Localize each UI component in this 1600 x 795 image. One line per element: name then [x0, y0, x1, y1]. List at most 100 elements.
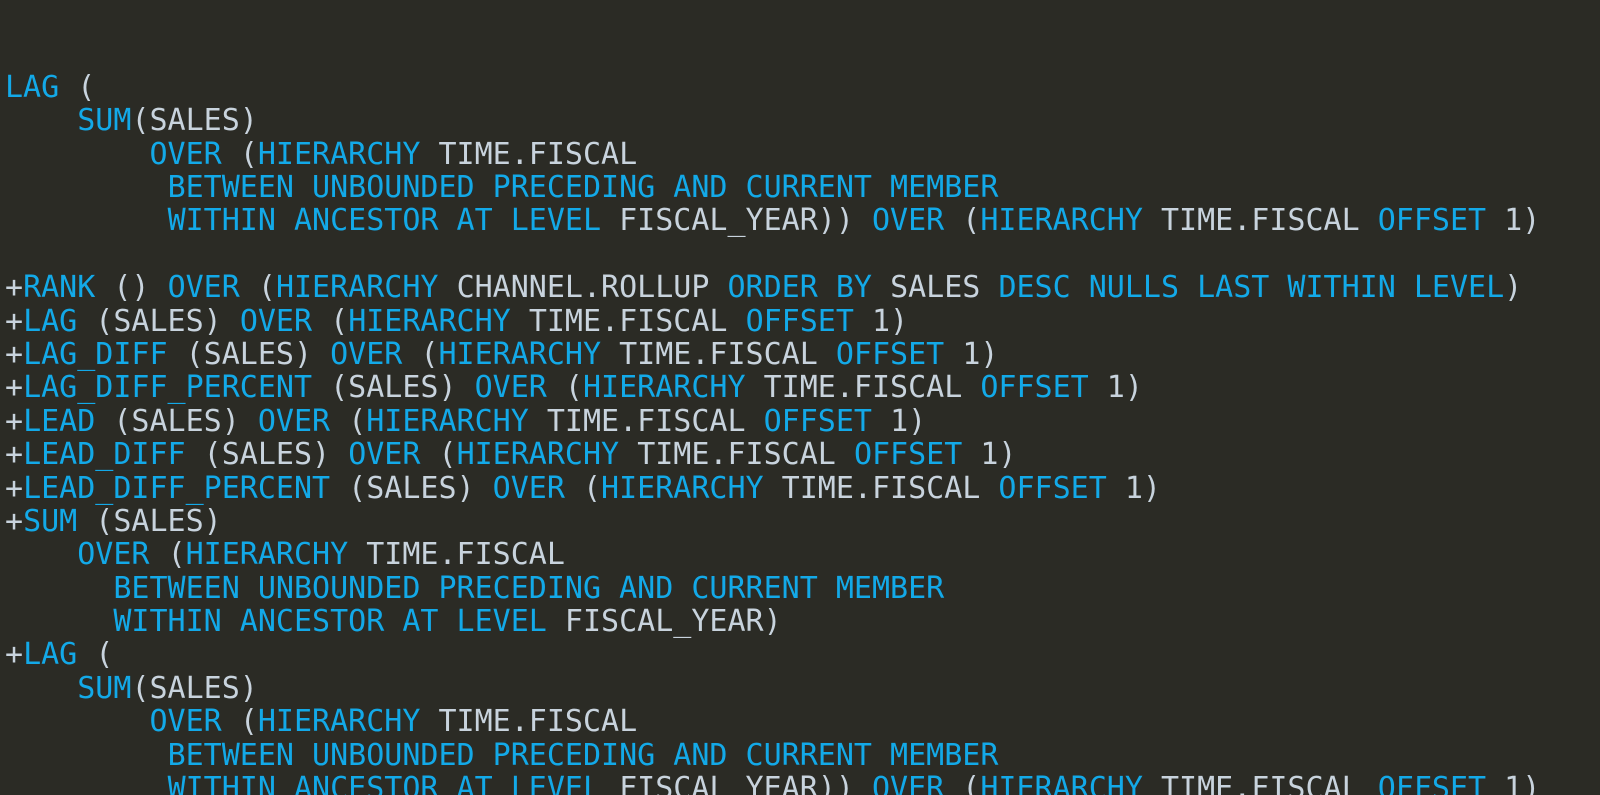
code-token-num: 1)	[1504, 203, 1541, 239]
code-token-id: FISCAL_YEAR))	[619, 771, 854, 795]
code-token-ws	[330, 437, 348, 472]
code-token-kw: LEAD_DIFF	[23, 437, 186, 473]
code-token-kw: OVER	[871, 203, 945, 239]
code-line[interactable]: +RANK () OVER (HIERARCHY CHANNEL.ROLLUP …	[5, 271, 1600, 304]
code-line[interactable]: +LAG (	[5, 638, 1600, 671]
code-line[interactable]: WITHIN ANCESTOR AT LEVEL FISCAL_YEAR)	[5, 605, 1600, 638]
code-token-id: (SALES)	[77, 303, 222, 339]
code-token-id: TIME.FISCAL	[438, 704, 638, 740]
code-token-kw: OVER	[348, 437, 421, 473]
code-token-kw: HIERARCHY	[257, 704, 421, 740]
code-token-ws	[511, 304, 529, 339]
code-token-num: 1)	[1124, 470, 1161, 506]
code-token-ws	[1486, 771, 1504, 795]
code-token-plus: +	[5, 437, 24, 473]
code-token-kw: OVER	[871, 771, 945, 795]
code-token-kw: LAG	[23, 303, 78, 339]
code-token-ws	[5, 137, 150, 172]
code-token-id: TIME.FISCAL	[528, 303, 728, 339]
code-token-ws	[529, 404, 547, 439]
code-token-kw: OVER	[474, 370, 547, 406]
code-token-kw: HIERARCHY	[257, 136, 421, 172]
code-line[interactable]: BETWEEN UNBOUNDED PRECEDING AND CURRENT …	[5, 171, 1600, 204]
code-line[interactable]: LAG (	[5, 71, 1600, 104]
code-token-kw: OVER	[149, 136, 222, 172]
code-token-id: TIME.FISCAL	[546, 403, 746, 439]
code-line[interactable]: WITHIN ANCESTOR AT LEVEL FISCAL_YEAR)) O…	[5, 204, 1600, 237]
code-token-kw: WITHIN ANCESTOR AT LEVEL	[167, 771, 602, 795]
code-token-ws	[872, 270, 890, 305]
code-line[interactable]: +LAG (SALES) OVER (HIERARCHY TIME.FISCAL…	[5, 303, 1600, 339]
code-token-id: (SALES)	[131, 670, 258, 706]
code-token-kw: HIERARCHY	[185, 537, 349, 573]
code-token-kw: OVER	[77, 537, 150, 573]
code-line[interactable]: BETWEEN UNBOUNDED PRECEDING AND CURRENT …	[5, 738, 1600, 772]
code-token-plus: +	[5, 403, 24, 439]
code-token-id: TIME.FISCAL	[438, 136, 638, 172]
code-token-pun: (	[962, 203, 981, 239]
code-token-ws	[5, 671, 77, 706]
code-token-ws	[1143, 771, 1161, 795]
code-line[interactable]: SUM(SALES)	[5, 104, 1600, 137]
code-token-id: (SALES)	[312, 370, 457, 406]
code-token-pun: (	[348, 403, 367, 439]
code-line[interactable]: +LEAD (SALES) OVER (HIERARCHY TIME.FISCA…	[5, 405, 1600, 438]
code-line[interactable]: +LEAD_DIFF_PERCENT (SALES) OVER (HIERARC…	[5, 470, 1600, 506]
code-line[interactable]: +SUM (SALES)	[5, 505, 1600, 538]
code-token-pun: )	[1504, 270, 1523, 306]
code-token-ws	[5, 103, 77, 138]
code-line[interactable]: +LAG_DIFF (SALES) OVER (HIERARCHY TIME.F…	[5, 338, 1600, 371]
code-token-ws	[854, 771, 872, 795]
code-line[interactable]: +LAG_DIFF_PERCENT (SALES) OVER (HIERARCH…	[5, 371, 1600, 404]
code-token-ws	[150, 537, 168, 572]
code-token-ws	[709, 270, 727, 305]
code-line[interactable]: OVER (HIERARCHY TIME.FISCAL	[5, 705, 1600, 738]
code-token-kw: LEAD_DIFF_PERCENT	[23, 470, 331, 506]
code-line[interactable]: +LEAD_DIFF (SALES) OVER (HIERARCHY TIME.…	[5, 438, 1600, 471]
code-token-plus: +	[5, 370, 24, 406]
code-line[interactable]: SUM(SALES)	[5, 672, 1600, 705]
code-token-kw: OFFSET	[835, 336, 945, 372]
code-token-id: (SALES)	[95, 403, 240, 439]
code-token-kw: OVER	[492, 470, 565, 506]
code-token-ws	[150, 270, 168, 305]
code-line[interactable]: WITHIN ANCESTOR AT LEVEL FISCAL_YEAR)) O…	[5, 772, 1600, 795]
code-token-kw: SUM	[77, 103, 132, 139]
code-line[interactable]: OVER (HIERARCHY TIME.FISCAL	[5, 538, 1600, 571]
code-token-ws	[5, 203, 168, 238]
code-token-ws	[565, 471, 583, 506]
code-token-plus: +	[5, 303, 24, 339]
code-token-pun: (	[962, 771, 981, 795]
code-token-num: 1)	[962, 336, 999, 372]
code-token-id: TIME.FISCAL	[781, 470, 981, 506]
code-token-pun: (	[95, 637, 114, 673]
code-token-ws	[475, 471, 493, 506]
code-token-ws	[5, 604, 113, 639]
code-editor[interactable]: LAG ( SUM(SALES) OVER (HIERARCHY TIME.FI…	[0, 0, 1600, 795]
code-token-ws	[1360, 771, 1378, 795]
code-token-kw: OFFSET	[853, 437, 963, 473]
code-token-ws	[1143, 203, 1161, 238]
code-token-kw: OVER	[330, 336, 403, 372]
code-token-ws	[222, 304, 240, 339]
code-line[interactable]: BETWEEN UNBOUNDED PRECEDING AND CURRENT …	[5, 570, 1600, 606]
code-token-plus: +	[5, 270, 24, 306]
code-token-num: 1)	[890, 403, 927, 439]
code-token-kw: BETWEEN UNBOUNDED PRECEDING AND CURRENT …	[113, 570, 945, 606]
code-line[interactable]: OVER (HIERARCHY TIME.FISCAL	[5, 136, 1600, 172]
code-token-kw: HIERARCHY	[456, 437, 620, 473]
code-token-id: TIME.FISCAL	[763, 370, 963, 406]
code-token-kw: LAG	[5, 69, 60, 105]
code-token-ws	[746, 370, 764, 405]
code-token-ws	[944, 203, 962, 238]
code-token-ws	[1107, 471, 1125, 506]
code-token-kw: HIERARCHY	[438, 336, 602, 372]
code-token-kw: WITHIN ANCESTOR AT LEVEL	[167, 203, 602, 239]
code-token-ws	[5, 170, 168, 205]
code-token-plus: +	[5, 470, 24, 506]
code-token-kw: OFFSET	[745, 303, 854, 339]
code-line[interactable]: ​	[5, 238, 1600, 271]
code-token-id: FISCAL_YEAR))	[619, 203, 854, 239]
code-token-kw: OFFSET	[1377, 203, 1487, 239]
code-token-num: 1)	[1504, 771, 1541, 795]
